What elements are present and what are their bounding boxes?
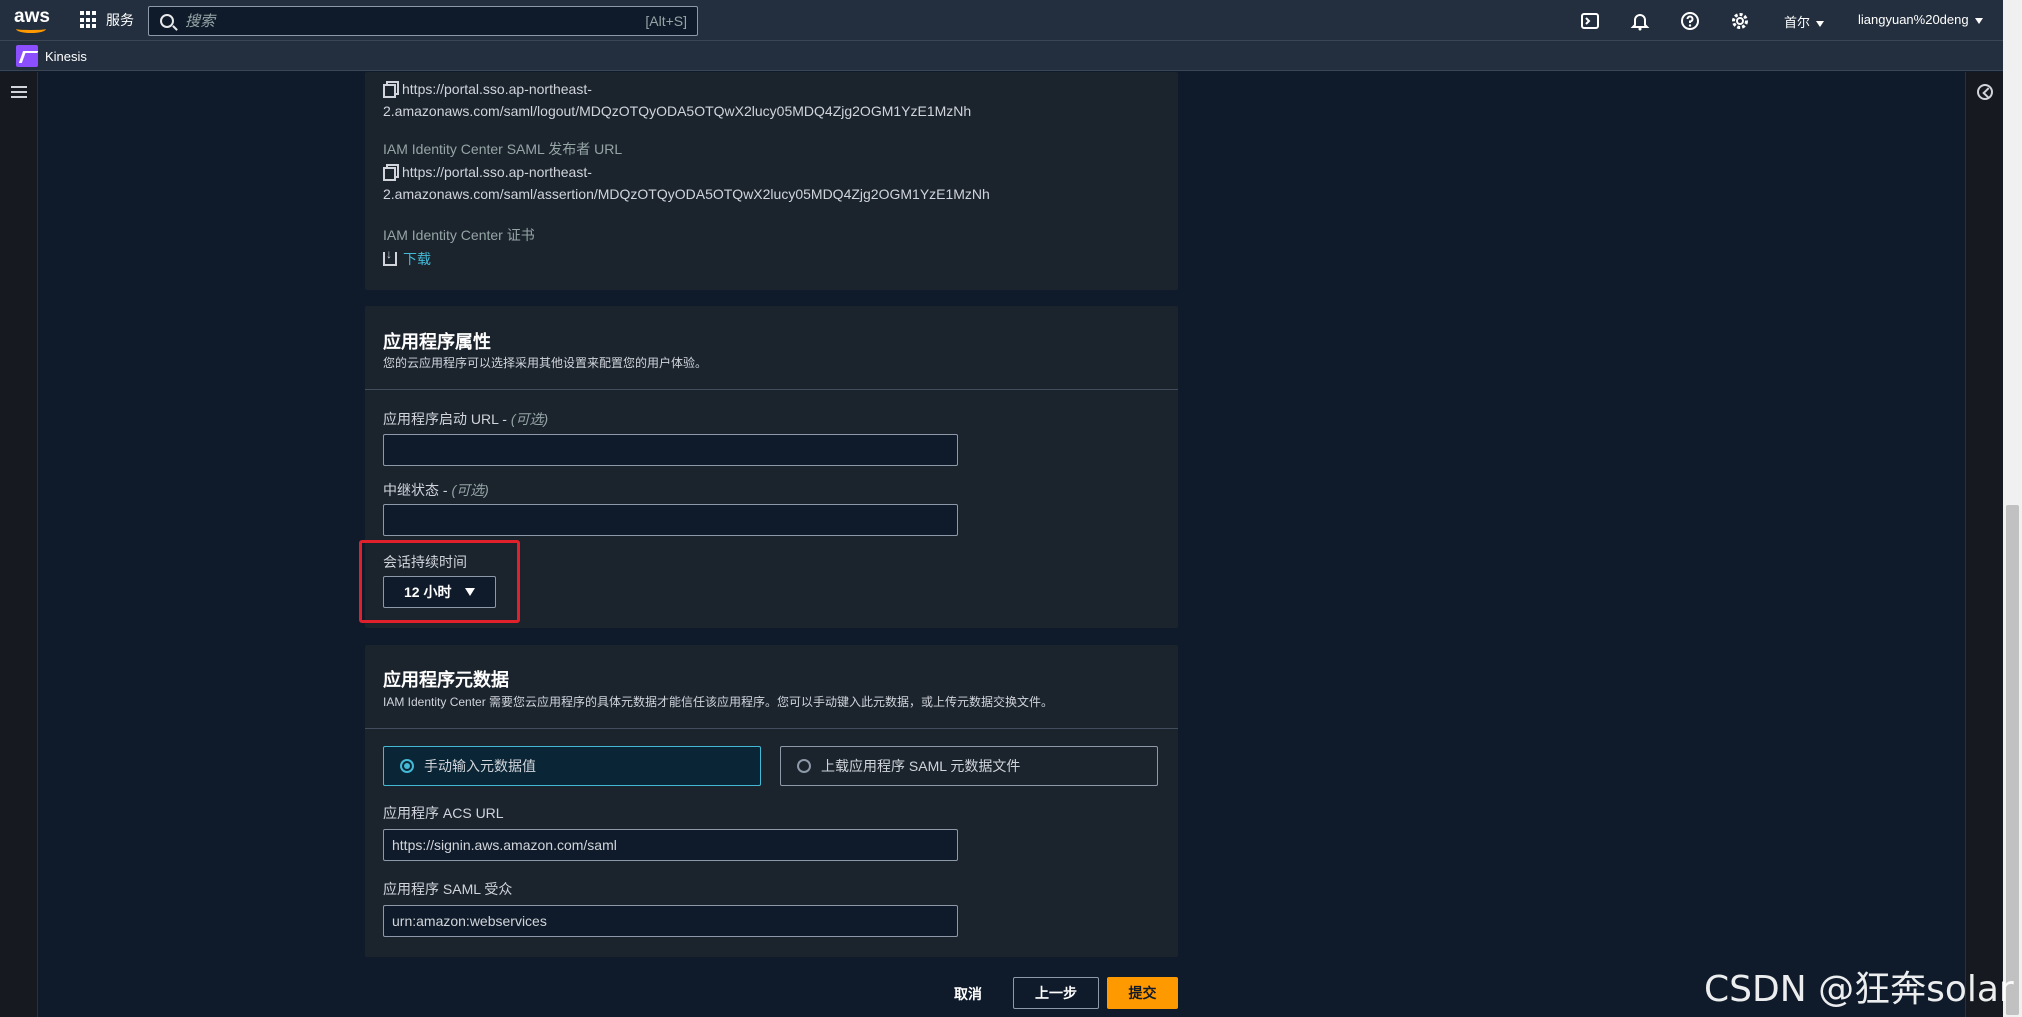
scrollbar-thumb[interactable] xyxy=(2006,505,2019,1015)
logout-url[interactable]: https://portal.sso.ap-northeast- 2.amazo… xyxy=(383,78,971,122)
copy-icon[interactable] xyxy=(383,81,399,98)
divider xyxy=(365,389,1178,390)
cancel-button[interactable]: 取消 xyxy=(954,984,982,1004)
left-navigation-rail xyxy=(0,72,38,1017)
chevron-down-icon xyxy=(1816,20,1825,27)
services-label: 服务 xyxy=(106,12,134,28)
top-navigation: aws 服务 [Alt+S] 首尔 liangyuan%20deng xyxy=(0,0,2022,41)
issuer-url[interactable]: https://portal.sso.ap-northeast- 2.amazo… xyxy=(383,161,990,205)
services-menu-button[interactable]: 服务 xyxy=(80,10,134,30)
aws-logo-text: aws xyxy=(14,6,50,27)
radio-upload-metadata[interactable]: 上载应用程序 SAML 元数据文件 xyxy=(780,746,1158,786)
download-icon xyxy=(383,247,397,266)
cloudshell-icon[interactable] xyxy=(1578,9,1602,33)
idp-metadata-panel: https://portal.sso.ap-northeast- 2.amazo… xyxy=(365,72,1178,290)
divider xyxy=(365,728,1178,729)
acs-url-label: 应用程序 ACS URL xyxy=(383,805,504,821)
account-name: liangyuan%20deng xyxy=(1858,12,1969,27)
page-scrollbar[interactable] xyxy=(2003,0,2022,1017)
aws-logo[interactable]: aws xyxy=(14,6,50,34)
app-metadata-description: IAM Identity Center 需要您云应用程序的具体元数据才能信任该应… xyxy=(383,695,1054,709)
acs-url-input[interactable] xyxy=(383,829,958,861)
annotation-highlight-box xyxy=(359,540,520,623)
region-label: 首尔 xyxy=(1784,15,1811,30)
radio-upload-label: 上载应用程序 SAML 元数据文件 xyxy=(821,758,1021,774)
copy-icon[interactable] xyxy=(383,164,399,181)
service-favorites-bar: Kinesis xyxy=(0,41,2022,71)
issuer-url-line1: https://portal.sso.ap-northeast- xyxy=(402,164,592,180)
csdn-watermark: CSDN @狂奔solar xyxy=(1704,969,2014,1010)
saml-audience-input[interactable] xyxy=(383,905,958,937)
start-url-input[interactable] xyxy=(383,434,958,466)
radio-manual-label: 手动输入元数据值 xyxy=(424,758,536,774)
issuer-url-line2: 2.amazonaws.com/saml/assertion/MDQzOTQyO… xyxy=(383,186,990,202)
search-input[interactable] xyxy=(185,9,585,33)
radio-manual-metadata[interactable]: 手动输入元数据值 xyxy=(383,746,761,786)
relay-state-input[interactable] xyxy=(383,504,958,536)
radio-selected-icon xyxy=(400,759,414,773)
search-shortcut-hint: [Alt+S] xyxy=(645,13,687,29)
search-icon xyxy=(160,14,174,28)
certificate-label: IAM Identity Center 证书 xyxy=(383,227,535,243)
previous-button[interactable]: 上一步 xyxy=(1013,977,1099,1009)
kinesis-shortcut[interactable]: Kinesis xyxy=(45,49,87,64)
notifications-bell-icon[interactable] xyxy=(1628,9,1652,33)
app-properties-title: 应用程序属性 xyxy=(383,332,491,352)
settings-gear-icon[interactable] xyxy=(1728,9,1752,33)
download-certificate-link[interactable]: 下载 xyxy=(383,247,431,269)
global-search[interactable]: [Alt+S] xyxy=(148,6,698,36)
start-url-label: 应用程序启动 URL - (可选) xyxy=(383,411,549,427)
right-tools-rail xyxy=(1965,72,2003,1017)
aws-smile-icon xyxy=(16,25,46,33)
account-menu[interactable]: liangyuan%20deng xyxy=(1858,12,1983,27)
logout-url-line2: 2.amazonaws.com/saml/logout/MDQzOTQyODA5… xyxy=(383,103,972,119)
submit-button[interactable]: 提交 xyxy=(1107,977,1178,1009)
app-properties-description: 您的云应用程序可以选择采用其他设置来配置您的用户体验。 xyxy=(383,356,708,370)
kinesis-service-icon[interactable] xyxy=(16,45,38,67)
apps-grid-icon xyxy=(80,11,98,29)
info-panel-icon[interactable] xyxy=(1977,84,1993,100)
logout-url-line1: https://portal.sso.ap-northeast- xyxy=(402,81,592,97)
relay-state-label: 中继状态 - (可选) xyxy=(383,482,489,498)
radio-unselected-icon xyxy=(797,759,811,773)
region-selector[interactable]: 首尔 xyxy=(1784,12,1825,31)
download-label: 下载 xyxy=(403,251,431,267)
help-icon[interactable] xyxy=(1678,9,1702,33)
chevron-down-icon xyxy=(1974,17,1983,24)
issuer-url-label: IAM Identity Center SAML 发布者 URL xyxy=(383,141,623,157)
application-metadata-panel: 应用程序元数据 IAM Identity Center 需要您云应用程序的具体元… xyxy=(365,645,1178,957)
saml-audience-label: 应用程序 SAML 受众 xyxy=(383,881,513,897)
menu-hamburger-icon[interactable] xyxy=(11,86,27,98)
app-metadata-title: 应用程序元数据 xyxy=(383,670,509,690)
